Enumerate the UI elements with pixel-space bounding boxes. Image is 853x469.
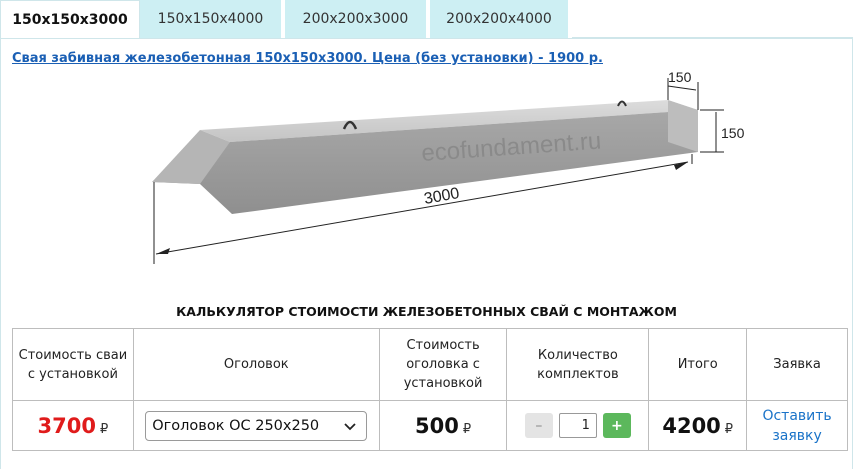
height-label: 150 <box>721 125 745 141</box>
calculator-row: 3700 ₽ Оголовок ОС 250х250 500 ₽ – 1 + 420… <box>12 400 848 451</box>
header-cap: Оголовок <box>132 328 380 401</box>
pile-drawing: ecofundament.ru 3000 150 150 <box>152 69 745 264</box>
cap-select-value: Оголовок ОС 250х250 <box>152 417 320 434</box>
tab-bar-spacer <box>572 0 853 38</box>
header-pile-cost: Стоимость сваи с установкой <box>12 328 134 401</box>
quantity-plus-button[interactable]: + <box>602 413 631 438</box>
cap-cell: Оголовок ОС 250х250 <box>132 400 380 451</box>
length-label: 3000 <box>423 185 461 208</box>
calculator-table: Стоимость сваи с установкой Оголовок Сто… <box>12 328 848 451</box>
quantity-cell: – 1 + <box>506 400 650 451</box>
header-quantity: Количество комплектов <box>506 328 650 401</box>
pile-cost-value: 3700 <box>37 413 96 438</box>
cap-cost-cell: 500 ₽ <box>378 400 508 451</box>
pile-cost-currency: ₽ <box>99 421 109 437</box>
order-link[interactable]: Оставить заявку <box>762 408 831 444</box>
quantity-stepper: – 1 + <box>524 413 631 438</box>
width-dimension-line <box>667 85 697 91</box>
quantity-input[interactable]: 1 <box>558 413 597 438</box>
calculator-title: КАЛЬКУЛЯТОР СТОИМОСТИ ЖЕЛЕЗОБЕТОННЫХ СВА… <box>176 304 677 319</box>
tab-150x150x4000[interactable]: 150x150x4000 <box>140 0 285 38</box>
tab-150x150x3000[interactable]: 150x150x3000 <box>0 0 140 38</box>
cap-cost-value: 500 <box>415 413 459 438</box>
cap-select[interactable]: Оголовок ОС 250х250 <box>145 410 368 441</box>
header-total: Итого <box>648 328 748 401</box>
tab-200x200x3000[interactable]: 200x200x3000 <box>285 0 430 38</box>
chevron-down-icon <box>344 422 356 430</box>
order-cell: Оставить заявку <box>746 400 848 451</box>
total-cell: 4200 ₽ <box>648 400 748 451</box>
width-label: 150 <box>668 69 692 85</box>
total-currency: ₽ <box>724 421 734 437</box>
quantity-minus-button[interactable]: – <box>524 413 553 438</box>
tab-200x200x4000[interactable]: 200x200x4000 <box>430 0 572 38</box>
header-order: Заявка <box>746 328 848 401</box>
pile-cost-cell: 3700 ₽ <box>12 400 134 451</box>
cap-cost-currency: ₽ <box>462 421 472 437</box>
length-arrow-left <box>156 248 170 254</box>
total-value: 4200 <box>662 413 721 438</box>
size-tabs: 150x150x3000 150x150x4000 200x200x3000 2… <box>0 0 853 38</box>
header-cap-cost: Стоимость оголовка с установкой <box>378 328 508 401</box>
calculator-header-row: Стоимость сваи с установкой Оголовок Сто… <box>12 328 848 401</box>
